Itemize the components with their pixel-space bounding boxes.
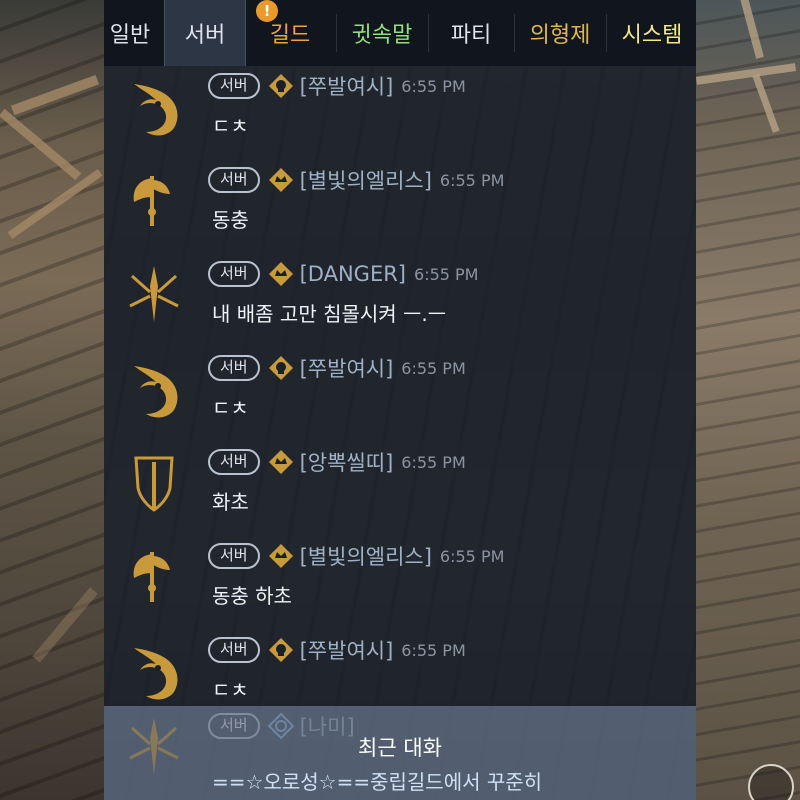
background-right-scene — [695, 0, 800, 800]
message-text: 화초 — [212, 490, 249, 514]
message-header: 서버 [쭈발여시] 6:55 PM — [208, 636, 466, 664]
skull-rank-icon — [268, 73, 294, 99]
chat-message[interactable]: 서버 [쭈발여시] 6:55 PM ㄷㅊ — [104, 66, 696, 160]
chat-message[interactable]: 서버 [별빛의엘리스] 6:55 PM 동충 하초 — [104, 536, 696, 630]
message-time: 6:55 PM — [414, 264, 479, 284]
tab-party[interactable]: 파티 — [428, 0, 514, 66]
sender-name[interactable]: [쭈발여시] — [300, 71, 394, 101]
chat-message[interactable]: 서버 [별빛의엘리스] 6:55 PM 동충 — [104, 160, 696, 254]
skull-rank-icon — [268, 637, 294, 663]
tab-whisper[interactable]: 귓속말 — [336, 0, 428, 66]
message-time: 6:55 PM — [401, 452, 466, 472]
message-text: ==☆오로성☆==중립길드에서 꾸준히 — [212, 770, 543, 794]
recent-conversation-button[interactable]: 서버 [나미] 최근 대화 ==☆오로성☆==중립길드에서 꾸준히 — [104, 706, 696, 800]
dragon-emblem-icon — [122, 638, 186, 702]
channel-badge: 서버 — [208, 449, 260, 475]
sender-name[interactable]: [쭈발여시] — [300, 353, 394, 383]
tab-brotherhood[interactable]: 의형제 — [514, 0, 606, 66]
sender-name[interactable]: [쭈발여시] — [300, 635, 394, 665]
channel-badge: 서버 — [208, 167, 260, 193]
axe-emblem-icon — [122, 168, 186, 232]
sender-name[interactable]: [DANGER] — [300, 262, 406, 286]
channel-badge: 서버 — [208, 637, 260, 663]
recent-conversation-label: 최근 대화 — [358, 736, 442, 760]
tab-system[interactable]: 시스템 — [606, 0, 696, 66]
message-header: 서버 [앙뽁씰띠] 6:55 PM — [208, 448, 466, 476]
tab-general[interactable]: 일반 — [104, 0, 164, 66]
message-header: 서버 [쭈발여시] 6:55 PM — [208, 354, 466, 382]
message-time: 6:55 PM — [401, 358, 466, 378]
spear-emblem-icon — [122, 262, 186, 326]
crown-rank-icon — [268, 543, 294, 569]
axe-emblem-icon — [122, 544, 186, 608]
shield-emblem-icon — [122, 450, 186, 514]
message-text: 동충 — [212, 208, 249, 232]
message-header: 서버 [별빛의엘리스] 6:55 PM — [208, 166, 504, 194]
dragon-emblem-icon — [122, 356, 186, 420]
skull-rank-icon — [268, 355, 294, 381]
message-text: ㄷㅊ — [212, 114, 249, 138]
chat-message[interactable]: 서버 [앙뽁씰띠] 6:55 PM 화초 — [104, 442, 696, 536]
chat-message[interactable]: 서버 [DANGER] 6:55 PM 내 배좀 고만 침몰시켜 ㅡ.ㅡ — [104, 254, 696, 348]
channel-badge: 서버 — [208, 73, 260, 99]
sender-name[interactable]: [별빛의엘리스] — [300, 541, 432, 571]
message-text: ㄷㅊ — [212, 678, 249, 702]
sender-name[interactable]: [앙뽁씰띠] — [300, 447, 394, 477]
message-text: 동충 하초 — [212, 584, 292, 608]
message-time: 6:55 PM — [439, 170, 505, 190]
message-header: 서버 [쭈발여시] 6:55 PM — [208, 72, 466, 100]
crown-rank-icon — [268, 261, 294, 287]
chat-message-list[interactable]: 서버 [쭈발여시] 6:55 PM ㄷㅊ 서버 [별빛의엘리스] 6:55 PM… — [104, 66, 696, 800]
tab-server[interactable]: 서버 — [164, 0, 246, 66]
chat-tab-bar: 일반 서버 길드 ! 귓속말 파티 의형제 시스템 — [104, 0, 696, 67]
guild-alert-badge: ! — [256, 0, 278, 22]
message-time: 6:55 PM — [439, 546, 505, 566]
chat-message[interactable]: 서버 [쭈발여시] 6:55 PM ㄷㅊ — [104, 348, 696, 442]
minimap-button[interactable] — [748, 764, 794, 800]
crown-rank-icon — [268, 449, 294, 475]
message-time: 6:55 PM — [401, 640, 466, 660]
dragon-emblem-icon — [122, 74, 186, 138]
message-text: 내 배좀 고만 침몰시켜 ㅡ.ㅡ — [212, 302, 447, 326]
message-text: ㄷㅊ — [212, 396, 249, 420]
background-left-scene — [0, 0, 104, 800]
channel-badge: 서버 — [208, 355, 260, 381]
crown-rank-icon — [268, 167, 294, 193]
chat-panel: 일반 서버 길드 ! 귓속말 파티 의형제 시스템 서버 [쭈발여시] 6:55… — [104, 0, 696, 800]
message-header: 서버 [별빛의엘리스] 6:55 PM — [208, 542, 504, 570]
message-header: 서버 [DANGER] 6:55 PM — [208, 260, 478, 288]
channel-badge: 서버 — [208, 543, 260, 569]
sender-name[interactable]: [별빛의엘리스] — [300, 165, 432, 195]
message-time: 6:55 PM — [401, 76, 466, 96]
channel-badge: 서버 — [208, 261, 260, 287]
